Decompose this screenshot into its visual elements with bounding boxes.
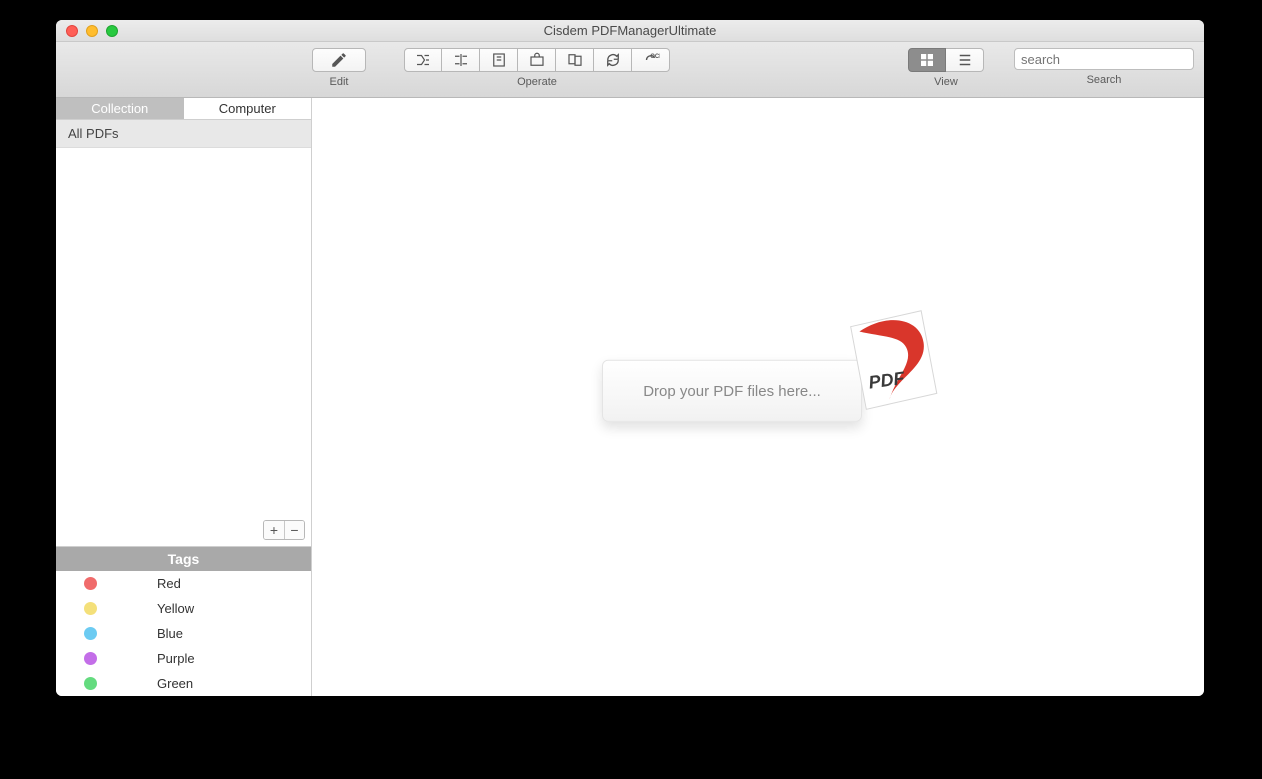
window-title: Cisdem PDFManagerUltimate: [56, 23, 1204, 38]
tag-dot-icon: [84, 602, 97, 615]
main-area[interactable]: Drop your PDF files here... PDF: [312, 98, 1204, 696]
toolbar-group-search: Search: [1014, 48, 1194, 86]
titlebar: Cisdem PDFManagerUltimate: [56, 20, 1204, 42]
refresh-icon: [604, 51, 622, 69]
tag-dot-icon: [84, 627, 97, 640]
search-label: Search: [1087, 74, 1122, 86]
tab-computer[interactable]: Computer: [184, 98, 312, 120]
sidebar: Collection Computer All PDFs + − Tags Re…: [56, 98, 312, 696]
grid-view-button[interactable]: [908, 48, 946, 72]
merge-icon: [414, 51, 432, 69]
toolbar-group-edit: Edit: [312, 48, 366, 88]
drop-zone[interactable]: Drop your PDF files here...: [602, 360, 862, 422]
view-label: View: [934, 76, 958, 88]
compress-icon: [490, 51, 508, 69]
grid-icon: [918, 51, 936, 69]
edit-label: Edit: [330, 76, 349, 88]
tags-header: Tags: [56, 547, 311, 571]
extract-button[interactable]: [556, 48, 594, 72]
tag-label: Yellow: [157, 601, 194, 616]
sidebar-list: All PDFs + −: [56, 120, 311, 546]
traffic-lights: [66, 25, 118, 37]
edit-button[interactable]: [312, 48, 366, 72]
pencil-icon: [330, 51, 348, 69]
sidebar-item-all-pdfs[interactable]: All PDFs: [56, 120, 311, 148]
tag-row-purple[interactable]: Purple: [56, 646, 311, 671]
toolbar-group-view: View: [908, 48, 984, 88]
sidebar-tabs: Collection Computer: [56, 98, 311, 120]
list-view-button[interactable]: [946, 48, 984, 72]
app-window: Cisdem PDFManagerUltimate Edit: [56, 20, 1204, 696]
tag-row-green[interactable]: Green: [56, 671, 311, 696]
convert-button[interactable]: [594, 48, 632, 72]
tag-label: Green: [157, 676, 193, 691]
search-input[interactable]: [1014, 48, 1194, 70]
operate-label: Operate: [517, 76, 557, 88]
tab-collection[interactable]: Collection: [56, 98, 184, 120]
svg-text:OCR: OCR: [650, 54, 660, 60]
add-collection-button[interactable]: +: [264, 521, 284, 539]
briefcase-icon: [528, 51, 546, 69]
ocr-icon: OCR: [642, 51, 660, 69]
list-icon: [956, 51, 974, 69]
pdf-file-icon: PDF: [834, 307, 954, 417]
tag-label: Purple: [157, 651, 195, 666]
tags-panel: Tags Red Yellow Blue Purple Green: [56, 546, 311, 696]
tag-dot-icon: [84, 652, 97, 665]
minimize-button[interactable]: [86, 25, 98, 37]
tag-row-blue[interactable]: Blue: [56, 621, 311, 646]
tag-dot-icon: [84, 577, 97, 590]
tag-dot-icon: [84, 677, 97, 690]
split-button[interactable]: [442, 48, 480, 72]
toolbar-group-operate: OCR Operate: [404, 48, 670, 88]
ocr-button[interactable]: OCR: [632, 48, 670, 72]
tag-label: Red: [157, 576, 181, 591]
window-body: Collection Computer All PDFs + − Tags Re…: [56, 98, 1204, 696]
merge-button[interactable]: [404, 48, 442, 72]
tag-list: Red Yellow Blue Purple Green: [56, 571, 311, 696]
add-remove-group: + −: [263, 520, 305, 540]
tag-label: Blue: [157, 626, 183, 641]
remove-collection-button[interactable]: −: [284, 521, 304, 539]
pages-icon: [566, 51, 584, 69]
tag-row-red[interactable]: Red: [56, 571, 311, 596]
split-icon: [452, 51, 470, 69]
encrypt-button[interactable]: [518, 48, 556, 72]
drop-hint: Drop your PDF files here...: [643, 382, 821, 399]
zoom-button[interactable]: [106, 25, 118, 37]
toolbar: Edit: [56, 42, 1204, 98]
tag-row-yellow[interactable]: Yellow: [56, 596, 311, 621]
compress-button[interactable]: [480, 48, 518, 72]
close-button[interactable]: [66, 25, 78, 37]
